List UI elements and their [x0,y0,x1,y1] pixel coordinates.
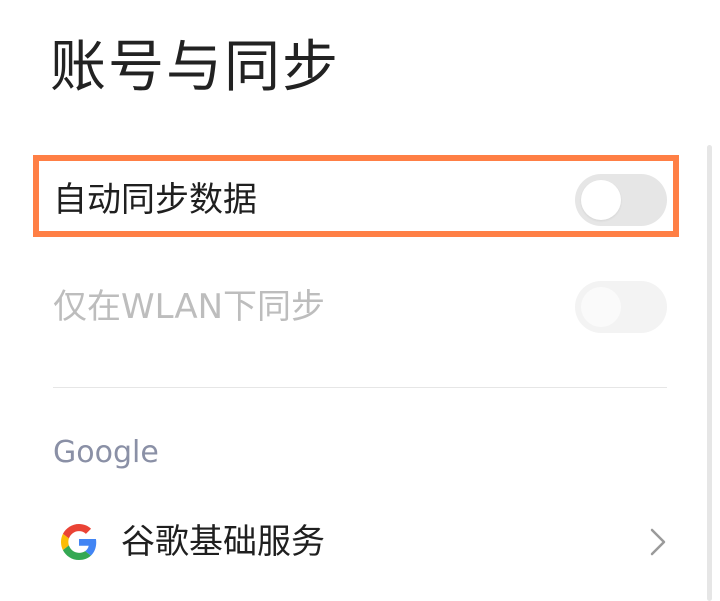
setting-label-auto-sync: 自动同步数据 [53,180,257,220]
auto-sync-toggle[interactable] [575,174,667,226]
google-icon [61,524,97,560]
list-item-label: 谷歌基础服务 [121,522,325,562]
list-item-google-basic-services[interactable]: 谷歌基础服务 [53,512,667,572]
page-title: 账号与同步 [50,35,340,100]
wlan-only-toggle [575,281,667,333]
toggle-knob [581,180,621,220]
setting-label-wlan-only: 仅在WLAN下同步 [53,287,326,327]
scrollbar[interactable] [707,145,712,601]
toggle-knob [581,287,621,327]
list-item-left: 谷歌基础服务 [53,524,325,560]
chevron-right-icon [650,528,666,556]
setting-row-wlan-only: 仅在WLAN下同步 [53,272,667,342]
section-header-google: Google [53,435,159,470]
section-divider [53,387,667,388]
account-sync-page: 账号与同步 自动同步数据 仅在WLAN下同步 Google 谷歌基础服务 [0,0,720,601]
setting-row-auto-sync[interactable]: 自动同步数据 [53,165,667,235]
